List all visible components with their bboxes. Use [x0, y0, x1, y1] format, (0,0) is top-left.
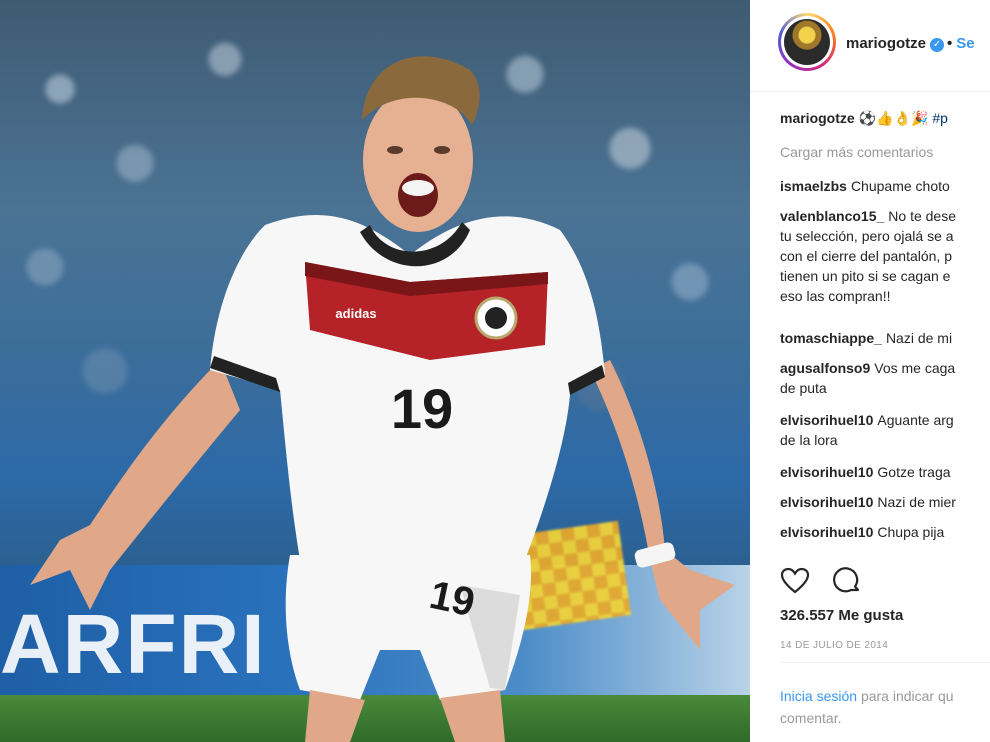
avatar[interactable]: [778, 13, 836, 71]
comment-text: Aguante arg: [877, 412, 954, 428]
caption-username[interactable]: mariogotze: [780, 110, 855, 126]
comment-text: con el cierre del pantalón, p: [780, 248, 952, 264]
avatar-photo: [784, 19, 830, 65]
follow-button[interactable]: Se: [956, 35, 974, 52]
likes-count[interactable]: 326.557 Me gusta: [780, 607, 903, 624]
verified-badge-icon: ✓: [930, 38, 945, 52]
caption: mariogotze ⚽👍👌🎉 #p: [780, 108, 948, 128]
brand-text: adidas: [335, 306, 376, 321]
comment: agusalfonso9 Vos me caga de puta: [780, 358, 955, 398]
comment: valenblanco15_ No te dese tu selección, p…: [780, 206, 956, 306]
comment-text: Chupa pija: [877, 524, 945, 540]
heart-icon[interactable]: [780, 566, 810, 596]
comment-text: tienen un pito si se cagan e: [780, 268, 951, 284]
comment-username[interactable]: tomaschiappe_: [780, 330, 882, 346]
avatar-ring-inner: [781, 16, 833, 68]
login-prompt: Inicia sesión para indicar qu comentar.: [780, 685, 954, 729]
shorts-number: 19: [426, 573, 479, 625]
post-sidebar: mariogotze ✓ • Se mariogotze ⚽👍👌🎉 #p Cargar …: [750, 0, 990, 742]
post-header: mariogotze ✓ • Se: [750, 0, 990, 92]
comment-text: tu selección, pero ojalá se a: [780, 228, 954, 244]
comment-text: Gotze traga: [877, 464, 951, 480]
comment-text: de la lora: [780, 432, 838, 448]
load-more-comments[interactable]: Cargar más comentarios: [780, 142, 933, 162]
comment: elvisorihuel10 Chupa pija: [780, 522, 944, 542]
player-figure: 19 19 adidas: [0, 0, 750, 742]
comment-username[interactable]: elvisorihuel10: [780, 412, 873, 428]
divider: [780, 662, 990, 663]
comment: tomaschiappe_ Nazi de mi: [780, 328, 952, 348]
comment: ismaelzbs Chupame choto: [780, 176, 950, 196]
login-link[interactable]: Inicia sesión: [780, 688, 857, 704]
caption-emojis: ⚽👍👌🎉: [858, 110, 929, 126]
login-text-line2: comentar.: [780, 710, 842, 726]
comment: elvisorihuel10 Nazi de mier: [780, 492, 956, 512]
comment-text: No te dese: [888, 208, 956, 224]
header-username[interactable]: mariogotze: [846, 35, 926, 52]
post-photo[interactable]: ARFRI 19 19 adidas: [0, 0, 750, 742]
post-date: 14 DE JULIO DE 2014: [780, 640, 889, 651]
comment: elvisorihuel10 Aguante arg de la lora: [780, 410, 954, 450]
login-text: para indicar qu: [860, 688, 954, 704]
comment-username[interactable]: elvisorihuel10: [780, 494, 873, 510]
instagram-post: ARFRI 19 19 adidas mariogotze ✓ • Se mar…: [0, 0, 990, 742]
comment-username[interactable]: ismaelzbs: [780, 178, 847, 194]
comment-icon[interactable]: [832, 566, 862, 596]
comment-text: Vos me caga: [874, 360, 956, 376]
comment-text: Nazi de mier: [877, 494, 956, 510]
jersey-number: 19: [391, 377, 453, 440]
comment-text: de puta: [780, 380, 827, 396]
comment-username[interactable]: valenblanco15_: [780, 208, 884, 224]
comment-text: Nazi de mi: [885, 330, 953, 346]
comment: elvisorihuel10 Gotze traga: [780, 462, 951, 482]
comment-username[interactable]: elvisorihuel10: [780, 464, 873, 480]
header-user-row: mariogotze ✓ • Se: [846, 35, 975, 52]
comment-text: Chupame choto: [850, 178, 950, 194]
comment-text: eso las compran!!: [780, 288, 891, 304]
comment-username[interactable]: elvisorihuel10: [780, 524, 873, 540]
comment-username[interactable]: agusalfonso9: [780, 360, 870, 376]
separator-dot: •: [947, 35, 953, 52]
caption-hashtag[interactable]: #p: [932, 110, 948, 126]
